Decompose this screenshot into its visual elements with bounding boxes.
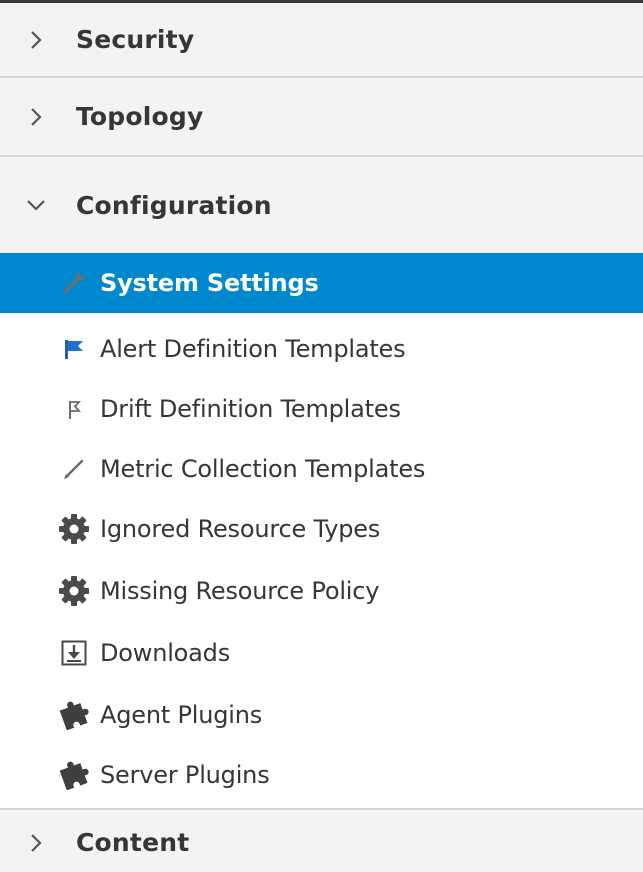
nav-item-label: Metric Collection Templates xyxy=(100,455,426,483)
gear-icon xyxy=(52,511,96,547)
chevron-right-icon xyxy=(24,28,48,52)
flag-icon xyxy=(52,331,96,367)
chevron-right-icon xyxy=(24,831,48,855)
nav-item-agent-plugins[interactable]: Agent Plugins xyxy=(0,685,643,745)
wrench-icon xyxy=(52,265,96,301)
section-security-label: Security xyxy=(76,25,195,54)
nav-item-label: Server Plugins xyxy=(100,761,270,789)
chevron-down-icon xyxy=(24,193,48,217)
nav-item-drift-definition-templates[interactable]: Drift Definition Templates xyxy=(0,379,643,439)
puzzle-icon xyxy=(52,697,96,733)
puzzle-icon xyxy=(52,757,96,793)
section-security[interactable]: Security xyxy=(0,3,643,78)
navigation-panel: Security Topology Configuration System S… xyxy=(0,0,643,872)
section-content-label: Content xyxy=(76,828,190,857)
nav-item-label: Drift Definition Templates xyxy=(100,395,401,423)
nav-item-metric-collection-templates[interactable]: Metric Collection Templates xyxy=(0,439,643,499)
nav-item-system-settings[interactable]: System Settings xyxy=(0,253,643,313)
nav-item-label: System Settings xyxy=(100,269,319,297)
nav-item-label: Ignored Resource Types xyxy=(100,515,381,543)
nav-item-downloads[interactable]: Downloads xyxy=(0,623,643,683)
chevron-right-icon xyxy=(24,105,48,129)
nav-item-missing-resource-policy[interactable]: Missing Resource Policy xyxy=(0,561,643,621)
gear-icon xyxy=(52,573,96,609)
section-configuration-label: Configuration xyxy=(76,190,272,220)
nav-item-label: Alert Definition Templates xyxy=(100,335,406,363)
pencil-icon xyxy=(52,451,96,487)
nav-item-label: Agent Plugins xyxy=(100,701,263,729)
download-icon xyxy=(52,635,96,671)
section-configuration[interactable]: Configuration xyxy=(0,157,643,253)
nav-item-alert-definition-templates[interactable]: Alert Definition Templates xyxy=(0,319,643,379)
section-topology[interactable]: Topology xyxy=(0,78,643,157)
section-topology-label: Topology xyxy=(76,102,204,131)
nav-item-label: Missing Resource Policy xyxy=(100,577,380,605)
drift-flag-icon xyxy=(52,391,96,427)
nav-item-ignored-resource-types[interactable]: Ignored Resource Types xyxy=(0,499,643,559)
nav-item-label: Downloads xyxy=(100,639,231,667)
nav-item-server-plugins[interactable]: Server Plugins xyxy=(0,745,643,805)
section-content[interactable]: Content xyxy=(0,810,643,872)
